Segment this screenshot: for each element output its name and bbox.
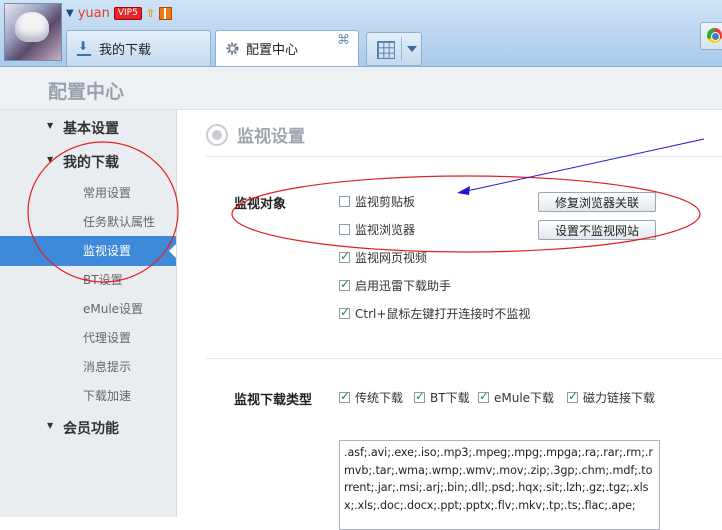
ctrl-click-no-monitor-checkbox[interactable]: Ctrl+鼠标左键打开连接时不监视 <box>339 305 530 322</box>
sidebar-item-notification[interactable]: 消息提示 <box>83 358 131 375</box>
sidebar-item-emule[interactable]: eMule设置 <box>83 300 143 317</box>
type-traditional-checkbox[interactable]: 传统下载 <box>339 389 403 406</box>
section-title-text: 监视设置 <box>237 127 305 147</box>
avatar[interactable] <box>4 3 62 61</box>
active-pointer-icon <box>169 244 176 258</box>
download-icon <box>77 39 91 56</box>
chevron-down-icon[interactable] <box>407 46 417 52</box>
browser-icon <box>707 28 722 43</box>
option-label: Ctrl+鼠标左键打开连接时不监视 <box>355 307 531 321</box>
annotation-arrowhead <box>457 186 470 195</box>
expand-icon: ▼ <box>47 155 54 164</box>
tab-label: 配置中心 <box>246 43 299 58</box>
upgrade-arrow-icon[interactable]: ⇧ <box>146 7 155 20</box>
monitor-types-label: 监视下载类型 <box>234 393 313 408</box>
annotation-arrow <box>461 138 705 193</box>
type-emule-checkbox[interactable]: eMule下载 <box>478 389 554 406</box>
expand-icon: ▼ <box>47 121 54 130</box>
option-label: BT下载 <box>430 391 470 405</box>
type-magnet-checkbox[interactable]: 磁力链接下载 <box>567 389 655 406</box>
sidebar-item-label: 监视设置 <box>83 244 132 258</box>
sidebar-group-label: 会员功能 <box>63 421 119 437</box>
view-grid-button[interactable] <box>366 32 422 66</box>
divider <box>206 156 722 157</box>
checkbox[interactable] <box>478 389 489 403</box>
option-label: 监视剪贴板 <box>355 195 416 209</box>
sidebar-group-my-downloads[interactable]: ▼ 我的下载 <box>47 152 119 172</box>
avatar-image <box>15 12 49 42</box>
set-unmonitored-sites-button[interactable]: 设置不监视网站 <box>538 220 656 240</box>
gift-icon[interactable] <box>159 6 173 20</box>
repair-browser-association-button[interactable]: 修复浏览器关联 <box>538 192 656 212</box>
checkbox[interactable] <box>339 196 350 207</box>
divider <box>206 358 722 359</box>
monitor-objects-label: 监视对象 <box>234 197 287 212</box>
checkbox[interactable] <box>339 305 350 319</box>
sidebar-group-label: 基本设置 <box>63 121 119 137</box>
user-info: ▼ yuan VIP5 ⇧ <box>66 4 173 22</box>
sidebar-item-common[interactable]: 常用设置 <box>83 184 131 201</box>
page-header: 配置中心 <box>0 67 722 110</box>
sidebar-item-bt[interactable]: BT设置 <box>83 271 123 288</box>
sidebar-item-task-defaults[interactable]: 任务默认属性 <box>83 213 155 230</box>
vip-badge[interactable]: VIP5 <box>113 6 142 20</box>
grid-icon <box>377 41 395 59</box>
browser-button[interactable] <box>700 22 722 50</box>
expand-icon: ▼ <box>47 421 54 430</box>
sidebar-item-acceleration[interactable]: 下载加速 <box>83 387 131 404</box>
sidebar: ▼ 基本设置 ▼ 我的下载 常用设置 任务默认属性 监视设置 BT设置 eMule设… <box>0 110 177 517</box>
sidebar-group-member[interactable]: ▼ 会员功能 <box>47 418 119 438</box>
checkbox[interactable] <box>339 277 350 291</box>
type-bt-checkbox[interactable]: BT下载 <box>414 389 470 406</box>
checkbox[interactable] <box>414 389 425 403</box>
checkbox[interactable] <box>339 249 350 263</box>
tab-config-center[interactable]: 配置中心 ⌘ <box>215 30 359 66</box>
option-label: 启用迅雷下载助手 <box>355 279 452 293</box>
username[interactable]: yuan <box>78 6 110 21</box>
option-label: 监视浏览器 <box>355 223 416 237</box>
close-icon[interactable]: ⌘ <box>337 33 350 48</box>
tab-my-downloads[interactable]: 我的下载 <box>66 30 211 66</box>
gear-icon <box>226 42 239 55</box>
monitor-web-video-checkbox[interactable]: 监视网页视频 <box>339 249 427 266</box>
checkbox[interactable] <box>339 224 350 235</box>
option-label: 磁力链接下载 <box>583 391 656 405</box>
monitor-browser-checkbox[interactable]: 监视浏览器 <box>339 221 415 238</box>
section-title: 监视设置 <box>206 122 305 147</box>
divider <box>401 37 402 61</box>
checkbox[interactable] <box>339 389 350 403</box>
monitor-icon <box>206 123 228 146</box>
user-menu-caret-icon[interactable]: ▼ <box>66 8 74 19</box>
sidebar-group-label: 我的下载 <box>63 155 119 171</box>
option-label: 监视网页视频 <box>355 251 428 265</box>
sidebar-group-basic[interactable]: ▼ 基本设置 <box>47 118 119 138</box>
sidebar-item-monitor[interactable]: 监视设置 <box>0 236 176 266</box>
checkbox[interactable] <box>567 389 578 403</box>
option-label: eMule下载 <box>494 391 555 405</box>
option-label: 传统下载 <box>355 391 404 405</box>
page-title: 配置中心 <box>48 81 125 103</box>
sidebar-item-proxy[interactable]: 代理设置 <box>83 329 131 346</box>
tab-label: 我的下载 <box>99 43 152 58</box>
download-assistant-checkbox[interactable]: 启用迅雷下载助手 <box>339 277 451 294</box>
monitor-clipboard-checkbox[interactable]: 监视剪贴板 <box>339 193 415 210</box>
annotation-ellipse-options <box>231 175 701 253</box>
title-bar: ▼ yuan VIP5 ⇧ 我的下载 配置中心 ⌘ <box>0 0 722 67</box>
